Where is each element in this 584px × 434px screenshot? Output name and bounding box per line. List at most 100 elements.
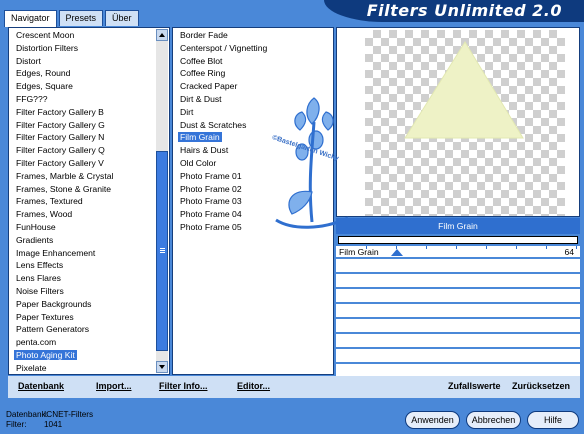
category-label: FFG??? xyxy=(16,93,48,104)
scroll-up-icon xyxy=(159,33,165,37)
bottom-toolbar: Datenbank Import... Filter Info... Edito… xyxy=(8,376,580,398)
filter-item[interactable]: Photo Frame 05 xyxy=(173,221,333,234)
tab-navigator[interactable]: Navigator xyxy=(4,10,57,27)
filter-label: Old Color xyxy=(180,157,217,168)
category-label: Filter Factory Gallery V xyxy=(16,157,104,168)
category-label: Filter Factory Gallery G xyxy=(16,119,105,130)
category-label: Frames, Stone & Granite xyxy=(16,183,112,194)
reset-link[interactable]: Zurücksetzen xyxy=(512,381,570,391)
tab-about[interactable]: Über xyxy=(105,10,139,26)
category-item[interactable]: Image Enhancement xyxy=(9,247,169,260)
category-item[interactable]: Lens Flares xyxy=(9,272,169,285)
database-link[interactable]: Datenbank xyxy=(18,381,64,391)
filter-list[interactable]: Border Fade Centerspot / Vignetting Coffee… xyxy=(173,29,333,374)
slider-row xyxy=(336,336,580,349)
filter-item[interactable]: Photo Frame 04 xyxy=(173,208,333,221)
filter-item[interactable]: Centerspot / Vignetting xyxy=(173,42,333,55)
category-label: Pattern Generators xyxy=(16,324,90,335)
category-label: Pixelate xyxy=(16,362,47,373)
tab-presets[interactable]: Presets xyxy=(58,10,104,26)
category-label: Paper Backgrounds xyxy=(16,298,92,309)
filter-name-bar: Film Grain xyxy=(336,218,580,234)
category-item[interactable]: Filter Factory Gallery Q xyxy=(9,144,169,157)
import-link[interactable]: Import... xyxy=(96,381,132,391)
category-label: Image Enhancement xyxy=(16,247,96,258)
database-label: Datenbank xyxy=(18,381,65,391)
category-list[interactable]: Crescent Moon Distortion Filters Distort Ed… xyxy=(9,29,169,374)
category-item[interactable]: Filter Factory Gallery G xyxy=(9,119,169,132)
category-list-panel: Crescent Moon Distortion Filters Distort Ed… xyxy=(8,27,170,375)
category-label: Frames, Marble & Crystal xyxy=(16,170,114,181)
category-item[interactable]: Noise Filters xyxy=(9,285,169,298)
slider-thumb-icon[interactable] xyxy=(391,249,404,256)
slider-value: 64 xyxy=(564,247,574,257)
category-item[interactable]: FFG??? xyxy=(9,93,169,106)
category-item[interactable]: Paper Textures xyxy=(9,311,169,324)
filter-item[interactable]: Cracked Paper xyxy=(173,80,333,93)
import-label: Import... xyxy=(96,381,132,391)
slider-row xyxy=(336,306,580,319)
filter-item[interactable]: Dust & Scratches xyxy=(173,119,333,132)
cancel-button[interactable]: Abbrechen xyxy=(466,411,521,429)
filter-info-link[interactable]: Filter Info... xyxy=(159,381,208,391)
category-item[interactable]: Frames, Stone & Granite xyxy=(9,183,169,196)
random-values-link[interactable]: Zufallswerte xyxy=(448,381,501,391)
filter-item[interactable]: Dirt xyxy=(173,106,333,119)
filter-item[interactable]: Coffee Ring xyxy=(173,67,333,80)
category-item[interactable]: Frames, Marble & Crystal xyxy=(9,170,169,183)
category-item[interactable]: Pattern Generators xyxy=(9,323,169,336)
category-item[interactable]: Filter Factory Gallery V xyxy=(9,157,169,170)
category-item[interactable]: Distort xyxy=(9,55,169,68)
filter-item[interactable]: Coffee Blot xyxy=(173,55,333,68)
category-item[interactable]: Frames, Textured xyxy=(9,195,169,208)
slider-area: Film Grain 64 xyxy=(336,246,580,376)
slider-row xyxy=(336,291,580,304)
filter-item[interactable]: Photo Frame 02 xyxy=(173,183,333,196)
category-item[interactable]: Distortion Filters xyxy=(9,42,169,55)
category-item[interactable]: FunHouse xyxy=(9,221,169,234)
category-label: Noise Filters xyxy=(16,285,64,296)
progress-bar xyxy=(338,236,578,244)
scrollbar-thumb[interactable] xyxy=(156,151,168,351)
grip-line xyxy=(160,248,165,249)
category-item[interactable]: Lens Effects xyxy=(9,259,169,272)
editor-link[interactable]: Editor... xyxy=(237,381,270,391)
scroll-down-button[interactable] xyxy=(156,361,168,373)
editor-label: Editor... xyxy=(237,381,271,391)
filter-item[interactable]: Dirt & Dust xyxy=(173,93,333,106)
filter-item[interactable]: Photo Frame 01 xyxy=(173,170,333,183)
slider-row[interactable]: Film Grain 64 xyxy=(336,246,580,259)
filter-item[interactable]: Photo Frame 03 xyxy=(173,195,333,208)
filter-item[interactable]: Border Fade xyxy=(173,29,333,42)
title-banner: Filters Unlimited 2.0 xyxy=(324,0,584,22)
filter-label: Photo Frame 05 xyxy=(180,221,242,232)
grip-line xyxy=(160,252,165,253)
status-info: Datenbank:ICNET-Filters Filter: 1041 xyxy=(6,410,93,430)
category-item[interactable]: Crescent Moon xyxy=(9,29,169,42)
category-item[interactable]: Filter Factory Gallery N xyxy=(9,131,169,144)
category-scrollbar[interactable] xyxy=(156,29,168,373)
category-item[interactable]: Pixelate xyxy=(9,362,169,374)
category-item[interactable]: Frames, Wood xyxy=(9,208,169,221)
apply-button[interactable]: Anwenden xyxy=(405,411,460,429)
database-info-value: ICNET-Filters xyxy=(44,410,94,419)
filter-label: Photo Frame 03 xyxy=(180,196,242,207)
category-label: Gradients xyxy=(16,234,54,245)
grip-line xyxy=(160,250,165,251)
filter-item[interactable]: Film Grain xyxy=(173,131,333,144)
filter-info-label: Filter Info... xyxy=(159,381,208,391)
category-item[interactable]: Filter Factory Gallery B xyxy=(9,106,169,119)
category-item[interactable]: Edges, Square xyxy=(9,80,169,93)
category-label: Lens Effects xyxy=(16,260,64,271)
scroll-up-button[interactable] xyxy=(156,29,168,41)
help-button[interactable]: Hilfe xyxy=(527,411,579,429)
preview-canvas xyxy=(365,30,565,216)
category-item[interactable]: penta.com xyxy=(9,336,169,349)
category-item[interactable]: Paper Backgrounds xyxy=(9,298,169,311)
category-item[interactable]: Gradients xyxy=(9,234,169,247)
category-label: Photo Aging Kit xyxy=(14,349,77,360)
category-item[interactable]: Edges, Round xyxy=(9,67,169,80)
category-item[interactable]: Photo Aging Kit xyxy=(9,349,169,362)
category-label: Distort xyxy=(16,55,41,66)
filter-item[interactable]: Old Color xyxy=(173,157,333,170)
